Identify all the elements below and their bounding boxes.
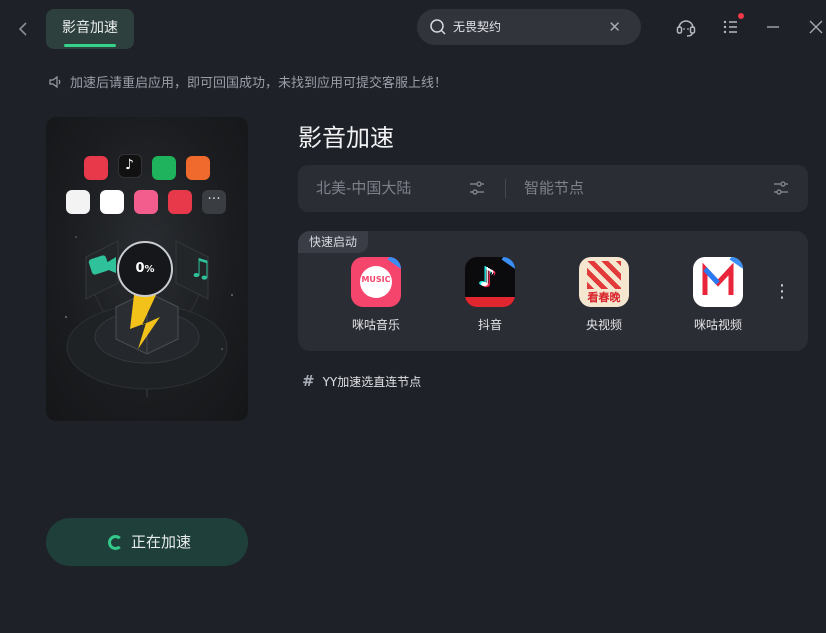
more-apps-icon: ··· [202, 190, 226, 214]
app-tile-kuaishou [168, 190, 192, 214]
app-tile-iqiyi [152, 156, 176, 180]
close-icon [809, 20, 823, 34]
progress-unit: % [144, 264, 155, 275]
migu-music-icon-text: MUSIC [361, 275, 391, 284]
migu-video-logo [702, 262, 734, 295]
hash-icon: # [302, 372, 315, 390]
cctv-video-icon: 看春晚 [579, 257, 629, 307]
app-tile-cctv [84, 156, 108, 180]
support-button[interactable] [675, 16, 697, 38]
menu-icon [723, 20, 737, 34]
quick-launch-panel: 快速启动 MUSIC 咪咕音乐 ♪ 抖音 看春晚 央视频 咪咕视频 ⋮ [298, 231, 808, 351]
douyin-mini-icon: ♪ [125, 157, 134, 173]
search-input[interactable]: 无畏契约 [453, 9, 501, 45]
back-button[interactable] [14, 18, 34, 40]
quick-app-name: 央视频 [585, 318, 622, 332]
accelerated-badge [501, 257, 515, 269]
app-preview-panel: ♫ ♪ ··· 0% [46, 117, 248, 421]
migu-music-icon: MUSIC [351, 257, 401, 307]
douyin-note-glyph: ♪ [479, 263, 496, 293]
speaker-icon [49, 75, 61, 89]
smart-node-select[interactable]: 智能节点 [524, 165, 584, 212]
accelerating-button[interactable]: 正在加速 [46, 518, 248, 566]
notice-text: 加速后请重启应用，即可回国成功，未找到应用可提交客服上线！ [70, 76, 448, 91]
page-title: 影音加速 [298, 124, 394, 152]
app-tile-douyin: ♪ [118, 154, 142, 178]
yy-node-tip[interactable]: # YY加速选直连节点 [302, 372, 421, 390]
tab-active-indicator [64, 44, 116, 47]
app-tile-youku [100, 190, 124, 214]
menu-button[interactable] [720, 13, 744, 38]
close-button[interactable] [805, 16, 826, 38]
app-tile-mango [186, 156, 210, 180]
douyin-banner [465, 297, 515, 307]
cctv-icon-text: 看春晚 [587, 291, 621, 304]
app-tile-tencent-video [66, 190, 90, 214]
minimize-icon [767, 26, 779, 28]
progress-value: 0 [135, 261, 145, 276]
region-filter-icon[interactable] [468, 179, 486, 197]
node-divider [505, 179, 506, 198]
search-box[interactable]: 无畏契约 ✕ [417, 9, 641, 45]
region-node-select[interactable]: 北美-中国大陆 [316, 165, 411, 212]
quick-app-name: 抖音 [477, 318, 502, 332]
tab-media-accelerate[interactable]: 影音加速 [46, 9, 134, 49]
yy-node-text: YY加速选直连节点 [322, 375, 422, 389]
support-icon [676, 20, 696, 37]
accelerating-label: 正在加速 [131, 533, 192, 551]
loading-spinner-icon [108, 535, 123, 550]
more-options-icon[interactable]: ⋮ [768, 281, 796, 305]
smart-node-filter-icon[interactable] [772, 179, 790, 197]
quick-app-migu-video[interactable]: 咪咕视频 [678, 257, 758, 333]
douyin-icon: ♪ [465, 257, 515, 307]
migu-video-icon [693, 257, 743, 307]
quick-app-name: 咪咕视频 [693, 318, 742, 332]
cctv-pattern [587, 261, 621, 289]
back-icon [18, 22, 27, 36]
svg-text:♫: ♫ [189, 254, 212, 284]
accelerated-badge [387, 257, 401, 269]
quick-app-cctv-video[interactable]: 看春晚 央视频 [564, 257, 644, 333]
quick-app-douyin[interactable]: ♪ 抖音 [450, 257, 530, 333]
clear-icon[interactable]: ✕ [608, 9, 621, 45]
quick-launch-tag: 快速启动 [298, 231, 369, 253]
quick-app-name: 咪咕音乐 [351, 318, 400, 332]
progress-circle: 0% [117, 241, 173, 297]
tab-label: 影音加速 [62, 20, 118, 36]
search-icon [430, 19, 446, 35]
minimize-button[interactable] [762, 16, 784, 38]
node-selector-bar: 北美-中国大陆 智能节点 [298, 165, 808, 212]
notification-dot [738, 13, 744, 19]
quick-app-migu-music[interactable]: MUSIC 咪咕音乐 [336, 257, 416, 333]
app-tile-bilibili [134, 190, 158, 214]
